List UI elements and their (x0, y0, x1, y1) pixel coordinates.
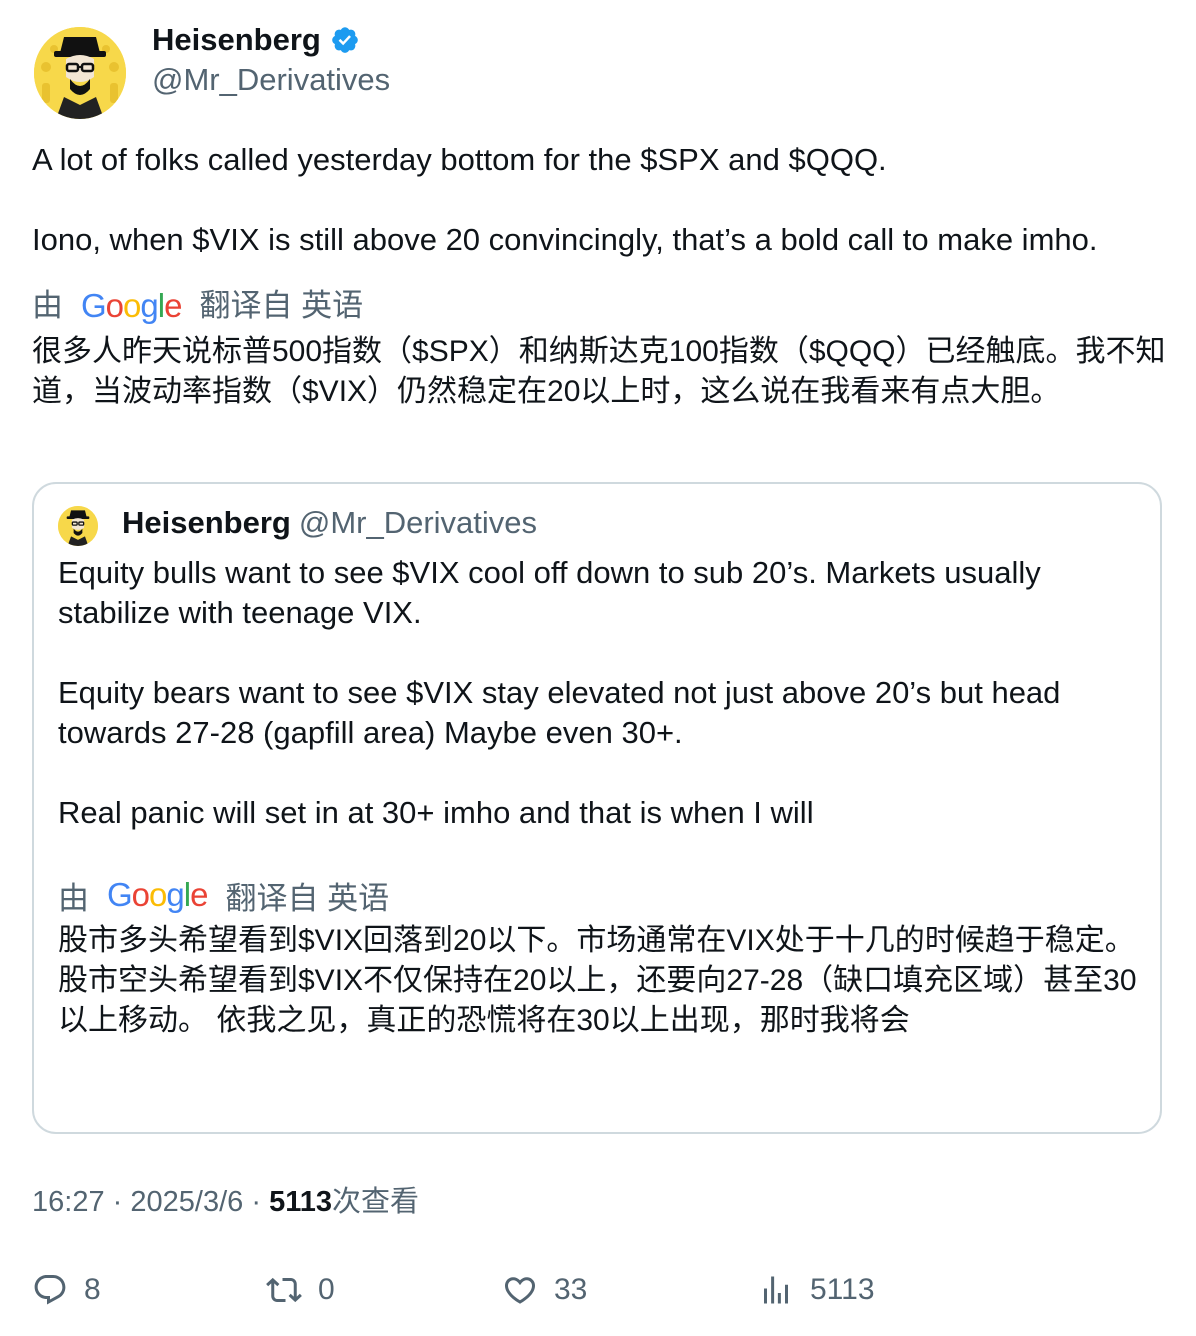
quoted-author: Heisenberg @Mr_Derivatives (122, 503, 537, 543)
google-logo: Google (81, 287, 182, 324)
tweet-text: A lot of folks called yesterday bottom f… (32, 140, 1172, 412)
tweet-meta: 16:27 · 2025/3/6 · 5113次查看 (32, 1182, 419, 1222)
author-name-text[interactable]: Heisenberg (152, 22, 321, 58)
quoted-paragraph: Equity bears want to see $VIX stay eleva… (58, 675, 1061, 750)
author-handle[interactable]: @Mr_Derivatives (152, 62, 390, 98)
quoted-tweet-text: Equity bulls want to see $VIX cool off d… (58, 553, 1148, 833)
translation-attribution: 由 Google 翻译自 英语 (32, 286, 1172, 326)
quoted-translation-attribution: 由 Google 翻译自 英语 (58, 875, 1148, 916)
google-logo: Google (107, 876, 208, 913)
retweet-button[interactable]: 0 (266, 1268, 335, 1312)
views-button[interactable]: 5113 (758, 1268, 875, 1312)
author-name[interactable]: Heisenberg (152, 22, 360, 58)
translate-source-label: 翻译自 英语 (225, 880, 390, 916)
translate-source-label: 翻译自 英语 (199, 288, 364, 323)
quoted-paragraph: Equity bulls want to see $VIX cool off d… (58, 555, 1041, 630)
translated-text: 很多人昨天说标普500指数（$SPX）和纳斯达克100指数（$QQQ）已经触底。… (32, 335, 1166, 408)
action-bar: 8 0 33 5113 (0, 1268, 1196, 1314)
translate-by-label: 由 (58, 880, 89, 916)
quoted-translation: 由 Google 翻译自 英语 股市多头希望看到$VIX回落到20以下。市场通常… (58, 875, 1148, 1041)
reply-button[interactable]: 8 (32, 1268, 101, 1312)
quoted-translated-text: 股市多头希望看到$VIX回落到20以下。市场通常在VIX处于十几的时候趋于稳定。… (58, 924, 1137, 1037)
tweet-time[interactable]: 16:27 (32, 1186, 105, 1218)
tweet-paragraph: A lot of folks called yesterday bottom f… (32, 142, 887, 177)
tweet-date[interactable]: 2025/3/6 (130, 1186, 243, 1218)
like-button[interactable]: 33 (502, 1268, 587, 1312)
like-count: 33 (554, 1273, 588, 1306)
quoted-author-name: Heisenberg (122, 505, 291, 540)
quoted-author-avatar (58, 506, 98, 546)
reply-count: 8 (84, 1273, 101, 1306)
meta-separator: · (112, 1186, 123, 1218)
views-count: 5113 (810, 1273, 875, 1306)
translate-by-label: 由 (32, 288, 63, 323)
like-icon (504, 1277, 536, 1304)
meta-separator: · (251, 1186, 261, 1218)
verified-badge-icon (330, 25, 360, 55)
quoted-paragraph: Real panic will set in at 30+ imho and t… (58, 795, 814, 830)
quoted-author-handle: @Mr_Derivatives (298, 505, 538, 540)
tweet-paragraph: Iono, when $VIX is still above 20 convin… (32, 222, 1098, 257)
views-icon (764, 1276, 788, 1304)
views-number: 5113 (269, 1186, 332, 1218)
views-label: 次查看 (331, 1186, 419, 1218)
author-avatar[interactable] (34, 27, 126, 119)
retweet-icon (266, 1277, 302, 1303)
retweet-count: 0 (318, 1273, 335, 1306)
reply-icon (34, 1275, 66, 1305)
